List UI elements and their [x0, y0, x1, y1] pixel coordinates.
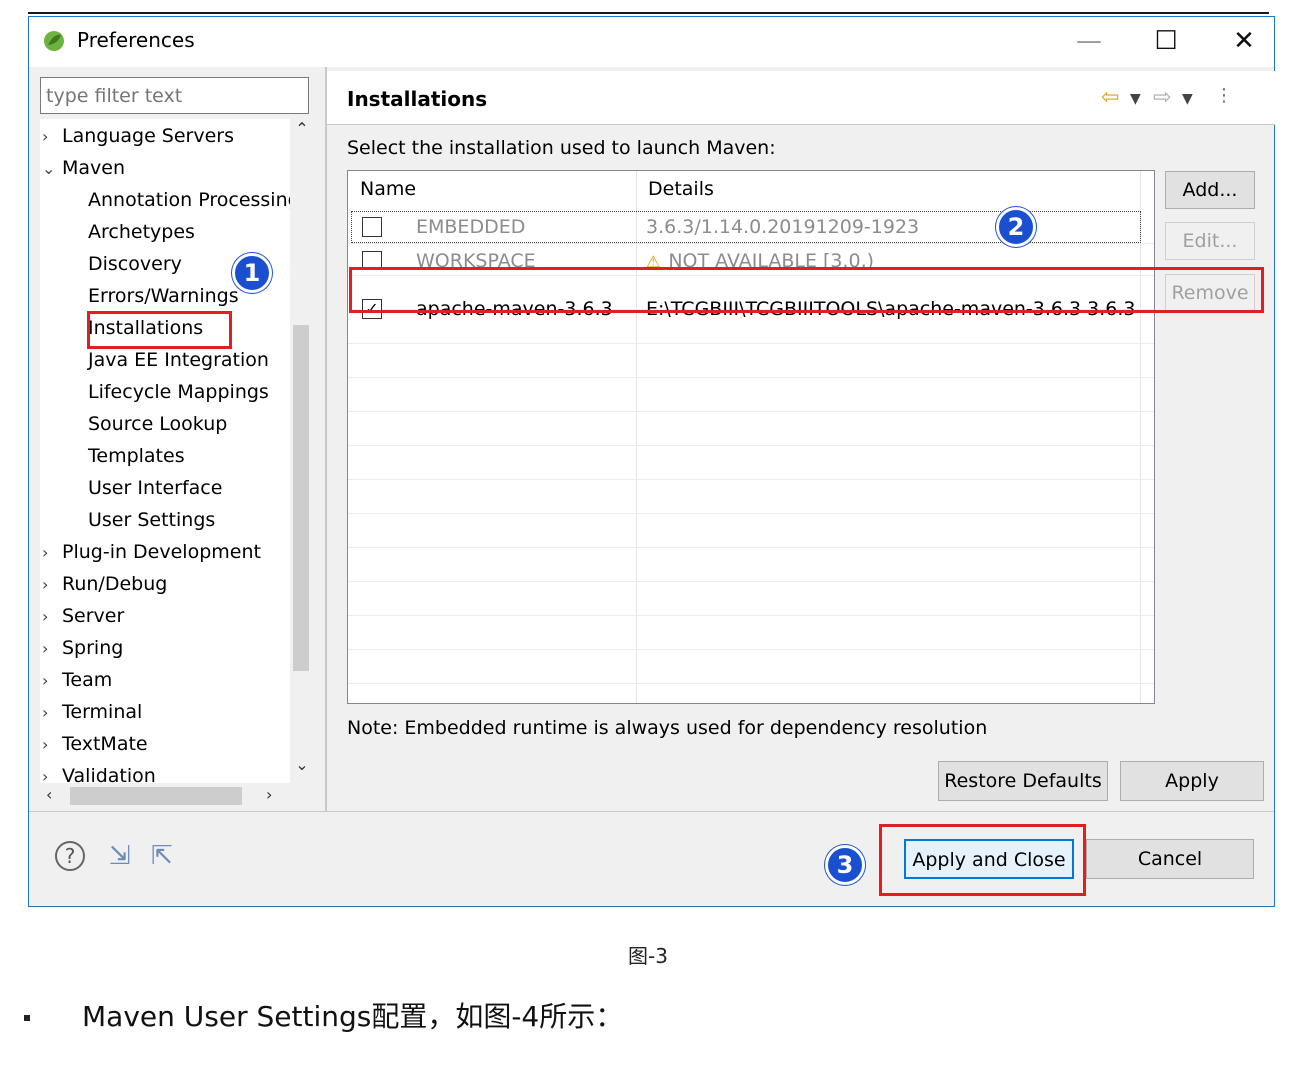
tree-item-label: Annotation Processing [88, 189, 300, 211]
tree-item-label: Terminal [62, 701, 143, 723]
step-badge-2: 2 [996, 207, 1036, 247]
warning-icon: ⚠ [646, 252, 661, 267]
scroll-left-icon[interactable]: ‹ [46, 785, 52, 804]
column-header-name[interactable]: Name [348, 171, 428, 209]
tree-item-label: Server [62, 605, 125, 627]
top-rule [28, 12, 1269, 14]
scroll-up-icon[interactable]: ⌃ [290, 119, 309, 147]
expand-icon[interactable]: › [42, 127, 62, 146]
grid-line [348, 411, 1154, 412]
maximize-button[interactable]: ☐ [1146, 23, 1186, 59]
eclipse-leaf-icon [44, 31, 64, 51]
expand-icon[interactable]: › [42, 575, 62, 594]
tree-item-label: User Settings [88, 509, 216, 531]
grid-line [348, 343, 1154, 344]
tree-item-label: Java EE Integration [88, 349, 269, 371]
tree-item-label: Run/Debug [62, 573, 168, 595]
expand-icon[interactable]: › [42, 543, 62, 562]
tree-item-label: Lifecycle Mappings [88, 381, 269, 403]
expand-icon[interactable]: › [42, 607, 62, 626]
tree-item-label: Maven [62, 157, 126, 179]
tree-item-label: Team [62, 669, 113, 691]
tree-item-label: Source Lookup [88, 413, 228, 435]
scroll-down-icon[interactable]: ⌄ [290, 755, 309, 783]
installation-select-label: Select the installation used to launch M… [347, 137, 776, 159]
preferences-window: Preferences — ☐ ✕ › Language Servers ⌄ M… [28, 16, 1275, 907]
collapse-icon[interactable]: ⌄ [42, 159, 62, 178]
grid-line [348, 547, 1154, 548]
embedded-runtime-note: Note: Embedded runtime is always used fo… [347, 717, 988, 739]
scroll-right-icon[interactable]: › [266, 785, 272, 804]
bullet-text: Maven User Settings配置，如图-4所示： [82, 1000, 624, 1033]
minimize-button[interactable]: — [1069, 23, 1109, 59]
grid-line [348, 513, 1154, 514]
column-header-details[interactable]: Details [636, 171, 726, 209]
grid-line [348, 445, 1154, 446]
row-checkbox[interactable] [362, 217, 382, 237]
filter-input[interactable] [40, 77, 309, 114]
add-button[interactable]: Add... [1165, 171, 1255, 209]
tree-item-label: User Interface [88, 477, 223, 499]
step-badge-3: 3 [825, 845, 865, 885]
forward-dropdown-icon[interactable]: ▼ [1182, 91, 1193, 107]
tree-item-label: Archetypes [88, 221, 195, 243]
tree-item-label: Discovery [88, 253, 182, 275]
apply-close-highlight-box [879, 824, 1086, 896]
tree-item-label: Errors/Warnings [88, 285, 239, 307]
installation-name: WORKSPACE [416, 250, 536, 267]
view-menu-icon[interactable]: ⋮ [1215, 85, 1233, 106]
apply-button[interactable]: Apply [1120, 761, 1264, 801]
step-badge-1: 1 [232, 253, 272, 293]
tree-horizontal-scrollbar[interactable]: ‹ › [40, 783, 290, 809]
installation-details-cell: ⚠ NOT AVAILABLE [3.0,) [646, 250, 874, 267]
title-bar: Preferences — ☐ ✕ [29, 17, 1274, 67]
maven-row-highlight-box [349, 267, 1264, 313]
close-button[interactable]: ✕ [1224, 23, 1264, 59]
tree-item-label: Language Servers [62, 125, 235, 147]
installation-details: 3.6.3/1.14.0.20191209-1923 [646, 216, 920, 238]
export-icon[interactable]: ⇱ [151, 841, 173, 871]
figure-caption: 图-3 [628, 944, 668, 968]
edit-button[interactable]: Edit... [1165, 222, 1255, 260]
back-arrow-icon[interactable]: ⇦ [1101, 85, 1119, 110]
pane-divider[interactable] [325, 67, 327, 811]
back-dropdown-icon[interactable]: ▼ [1130, 91, 1141, 107]
expand-icon[interactable]: › [42, 671, 62, 690]
installations-highlight-box [87, 311, 232, 349]
footer-separator [29, 811, 1274, 812]
page-title: Installations [347, 87, 488, 111]
window-title: Preferences [77, 28, 195, 52]
scroll-thumb[interactable] [293, 325, 309, 671]
tree-item-label: TextMate [62, 733, 148, 755]
help-icon[interactable]: ? [55, 841, 85, 871]
import-icon[interactable]: ⇲ [109, 841, 131, 871]
grid-line [348, 377, 1154, 378]
bullet-marker [24, 1015, 30, 1021]
installation-details: NOT AVAILABLE [3.0,) [668, 250, 875, 267]
table-row[interactable]: WORKSPACE ⚠ NOT AVAILABLE [3.0,) [348, 247, 1154, 267]
grid-line [348, 683, 1154, 684]
expand-icon[interactable]: › [42, 639, 62, 658]
preference-tree: › Language Servers ⌄ Maven Annotation Pr… [40, 119, 309, 809]
installation-name: EMBEDDED [416, 216, 526, 238]
cancel-button[interactable]: Cancel [1086, 839, 1254, 879]
page-header: Installations ⇦ ▼ ⇨ ▼ ⋮ [327, 71, 1275, 125]
tree-item-label: Spring [62, 637, 124, 659]
scroll-thumb[interactable] [70, 787, 242, 805]
tree-item-label: Plug-in Development [62, 541, 261, 563]
tree-vertical-scrollbar[interactable]: ⌃ ⌄ [290, 119, 309, 809]
bullet-paragraph: Maven User Settings配置，如图-4所示： [24, 995, 623, 1035]
row-checkbox[interactable] [362, 251, 382, 267]
expand-icon[interactable]: › [42, 735, 62, 754]
installations-table: Name Details EMBEDDED 3.6.3/1.14.0.20191… [347, 170, 1155, 704]
grid-line [348, 581, 1154, 582]
expand-icon[interactable]: › [42, 703, 62, 722]
restore-defaults-button[interactable]: Restore Defaults [938, 761, 1108, 801]
forward-arrow-icon[interactable]: ⇨ [1153, 85, 1171, 110]
grid-line [348, 615, 1154, 616]
grid-line [348, 479, 1154, 480]
grid-line [348, 649, 1154, 650]
tree-item-label: Templates [88, 445, 185, 467]
